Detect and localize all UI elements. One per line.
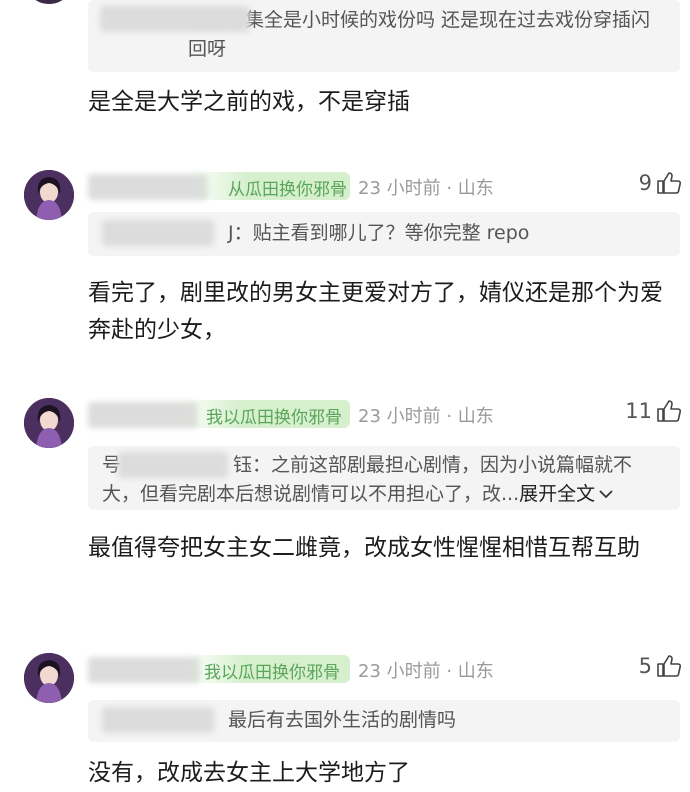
- like-button[interactable]: 11: [625, 399, 682, 423]
- expand-label: 展开全文: [519, 483, 596, 505]
- comment-text: 是全是大学之前的戏，不是穿插: [88, 89, 410, 115]
- thumbs-up-icon: [657, 400, 682, 422]
- comment-meta: 23 小时前 · 山东: [358, 406, 494, 427]
- quoted-comment-text: 钰：之前这部剧最担心剧情，因为小说篇幅就不: [233, 454, 633, 476]
- username[interactable]: 从瓜田换你邪骨: [228, 175, 347, 200]
- avatar[interactable]: [24, 398, 74, 448]
- like-button[interactable]: 5: [639, 654, 682, 678]
- avatar[interactable]: [24, 653, 74, 703]
- quoted-comment[interactable]: 号钰：之前这部剧最担心剧情，因为小说篇幅就不 大，但看完剧本后想说剧情可以不用担…: [88, 446, 680, 510]
- blurred-username: [118, 452, 228, 478]
- username[interactable]: 我以瓜田换你邪骨: [204, 658, 340, 683]
- avatar[interactable]: [24, 0, 74, 4]
- username[interactable]: 我以瓜田换你邪骨: [206, 403, 342, 428]
- like-button[interactable]: 9: [639, 171, 682, 195]
- quoted-comment-text: 最后有去国外生活的剧情吗: [228, 709, 457, 731]
- like-count: 11: [625, 399, 652, 423]
- comment-meta: 23 小时前 · 山东: [358, 661, 494, 682]
- comment-meta: 23 小时前 · 山东: [358, 178, 494, 199]
- like-count: 9: [638, 171, 652, 195]
- quoted-comment-text: J：贴主看到哪儿了？等你完整 repo: [228, 222, 530, 244]
- blurred-username: [102, 220, 214, 246]
- avatar[interactable]: [24, 170, 74, 220]
- comment-text: 看完了，剧里改的男女主更爱对方了，婧仪还是那个为爱奔赴的少女，: [88, 280, 663, 343]
- chevron-down-icon: [599, 490, 613, 499]
- comment-text: 没有，改成去女主上大学地方了: [88, 760, 410, 786]
- quoted-comment[interactable]: 前面十集全是小时候的戏份吗 还是现在过去戏份穿插闪回呀: [88, 0, 680, 72]
- like-count: 5: [638, 654, 652, 678]
- blurred-username: [100, 6, 250, 32]
- thumbs-up-icon: [657, 172, 682, 194]
- comment-text: 最值得夸把女主女二雌竟，改成女性惺惺相惜互帮互助: [88, 535, 640, 561]
- thumbs-up-icon: [657, 655, 682, 677]
- quoted-comment-text: 前面十集全是小时候的戏份吗 还是现在过去戏份穿插闪回呀: [188, 9, 651, 60]
- quoted-comment[interactable]: 最后有去国外生活的剧情吗: [88, 700, 680, 742]
- expand-button[interactable]: 展开全文: [519, 483, 614, 505]
- blurred-username: [102, 707, 214, 733]
- quoted-comment[interactable]: J：贴主看到哪儿了？等你完整 repo: [88, 212, 680, 256]
- blurred-username: [88, 657, 200, 683]
- quoted-comment-text: 大，但看完剧本后想说剧情可以不用担心了，改...: [102, 483, 520, 505]
